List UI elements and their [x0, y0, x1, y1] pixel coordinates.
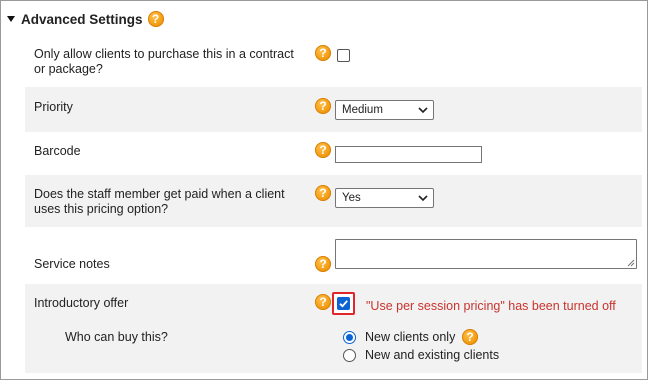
- who-can-buy-help-icon[interactable]: ?: [462, 329, 478, 345]
- intro-offer-help-icon[interactable]: ?: [315, 294, 331, 310]
- section-header[interactable]: Advanced Settings ?: [6, 9, 164, 29]
- radio-new-clients-only-label[interactable]: New clients only: [365, 330, 455, 344]
- contract-checkbox[interactable]: [337, 49, 350, 62]
- staff-paid-help-icon[interactable]: ?: [315, 185, 331, 201]
- row-intro-offer: Introductory offer ? "Use per session pr…: [25, 284, 642, 373]
- collapse-triangle-icon[interactable]: [7, 16, 15, 22]
- barcode-label: Barcode: [34, 144, 81, 158]
- radio-new-and-existing[interactable]: [343, 349, 356, 362]
- staff-paid-select[interactable]: Yes: [335, 188, 434, 208]
- intro-offer-checkbox[interactable]: [337, 297, 350, 310]
- checkmark-icon: [339, 300, 348, 308]
- row-contract: Only allow clients to purchase this in a…: [25, 38, 642, 85]
- service-notes-label: Service notes: [34, 257, 110, 271]
- service-notes-help-icon[interactable]: ?: [315, 256, 331, 272]
- staff-paid-label-line1: Does the staff member get paid when a cl…: [34, 187, 285, 201]
- barcode-help-icon[interactable]: ?: [315, 142, 331, 158]
- contract-label-line1: Only allow clients to purchase this in a…: [34, 47, 294, 61]
- staff-paid-label-line2: uses this pricing option?: [34, 202, 169, 216]
- priority-help-icon[interactable]: ?: [315, 98, 331, 114]
- barcode-input[interactable]: [335, 146, 482, 163]
- advanced-settings-panel: Advanced Settings ? Only allow clients t…: [0, 0, 648, 380]
- row-priority: Priority ? Medium: [25, 87, 642, 132]
- priority-select[interactable]: Medium: [335, 100, 434, 120]
- radio-new-clients-only[interactable]: [343, 331, 356, 344]
- intro-offer-checkbox-highlight: [332, 292, 355, 315]
- row-service-notes: Service notes ?: [25, 228, 642, 283]
- row-barcode: Barcode ?: [25, 132, 642, 174]
- resize-grip-icon[interactable]: [627, 259, 635, 267]
- radio-new-and-existing-label[interactable]: New and existing clients: [365, 348, 499, 362]
- priority-label: Priority: [34, 100, 73, 114]
- who-can-buy-label: Who can buy this?: [65, 330, 168, 344]
- help-icon[interactable]: ?: [147, 11, 164, 27]
- row-staff-paid: Does the staff member get paid when a cl…: [25, 175, 642, 227]
- contract-help-icon[interactable]: ?: [315, 45, 331, 61]
- intro-offer-label: Introductory offer: [34, 296, 129, 310]
- service-notes-textarea[interactable]: [335, 239, 637, 269]
- intro-offer-warning: "Use per session pricing" has been turne…: [366, 299, 616, 313]
- staff-paid-select-value: Yes: [342, 192, 361, 204]
- contract-label-line2: or package?: [34, 62, 103, 76]
- chevron-down-icon: [418, 107, 428, 114]
- section-title: Advanced Settings: [21, 11, 143, 27]
- chevron-down-icon: [418, 195, 428, 202]
- priority-select-value: Medium: [342, 104, 383, 116]
